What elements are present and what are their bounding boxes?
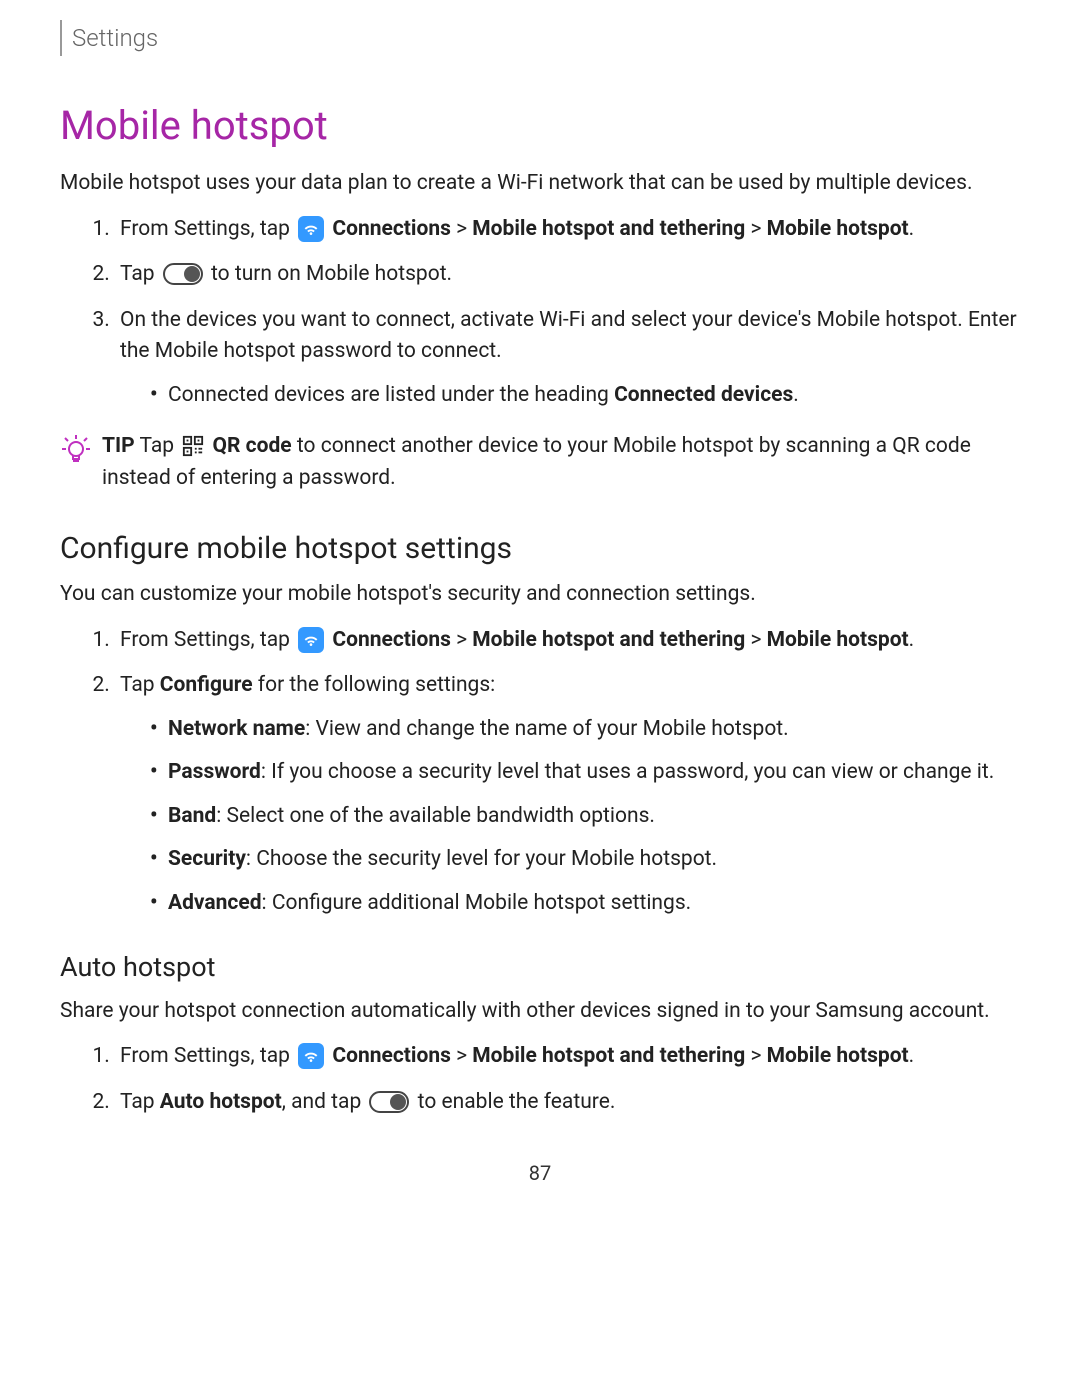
step-3-sub: Connected devices are listed under the h… [150, 380, 1020, 412]
cfg-item-advanced: Advanced: Configure additional Mobile ho… [150, 888, 1020, 920]
cfg-s2-bold: Configure [160, 673, 253, 697]
qr-icon [182, 435, 204, 457]
tip-pre: Tap [135, 434, 180, 458]
step-2: Tap to turn on Mobile hotspot. [115, 259, 1020, 291]
cfg-pwd-b: Password [168, 760, 261, 784]
auto-step-2: Tap Auto hotspot, and tap to enable the … [115, 1087, 1020, 1119]
auto-s1-connections: Connections [332, 1044, 451, 1068]
cfg-band-t: : Select one of the available bandwidth … [216, 804, 655, 828]
steps-list-main: From Settings, tap Connections > Mobile … [60, 214, 1020, 412]
auto-s2-pre: Tap [120, 1090, 160, 1114]
page-title: Mobile hotspot [60, 96, 1020, 156]
auto-s2-mid: , and tap [282, 1090, 367, 1114]
auto-intro: Share your hotspot connection automatica… [60, 996, 1020, 1028]
period: . [909, 1044, 915, 1068]
lightbulb-icon [60, 433, 92, 465]
cfg-s2-post: for the following settings: [253, 673, 496, 697]
auto-s1-pre: From Settings, tap [120, 1044, 295, 1068]
breadcrumb: Settings [60, 20, 1020, 56]
sep: > [451, 628, 472, 652]
configure-steps: From Settings, tap Connections > Mobile … [60, 625, 1020, 920]
wifi-icon [298, 1043, 324, 1069]
tip-block: TIP Tap QR code to connect another devic… [60, 431, 1020, 494]
step-1-hotspot: Mobile hotspot [767, 217, 909, 241]
cfg-pwd-t: : If you choose a security level that us… [261, 760, 994, 784]
config-step-1: From Settings, tap Connections > Mobile … [115, 625, 1020, 657]
cfg-s1-pre: From Settings, tap [120, 628, 295, 652]
configure-intro: You can customize your mobile hotspot's … [60, 579, 1020, 611]
auto-s2-bold: Auto hotspot [160, 1090, 282, 1114]
step-1-text: From Settings, tap [120, 217, 295, 241]
period: . [909, 628, 915, 652]
cfg-s1-tethering: Mobile hotspot and tethering [472, 628, 745, 652]
auto-s1-tethering: Mobile hotspot and tethering [472, 1044, 745, 1068]
page-number: 87 [60, 1158, 1020, 1188]
config-items: Network name: View and change the name o… [120, 714, 1020, 920]
step-2-pre: Tap [120, 262, 160, 286]
toggle-icon [163, 263, 203, 285]
step-1-tethering: Mobile hotspot and tethering [472, 217, 745, 241]
cfg-net-b: Network name [168, 717, 305, 741]
step-3-sublist: Connected devices are listed under the h… [120, 380, 1020, 412]
auto-step-1: From Settings, tap Connections > Mobile … [115, 1041, 1020, 1073]
auto-s2-post: to enable the feature. [412, 1090, 615, 1114]
cfg-net-t: : View and change the name of your Mobil… [305, 717, 788, 741]
cfg-item-password: Password: If you choose a security level… [150, 757, 1020, 789]
step-3-sub-bold: Connected devices [614, 383, 793, 407]
cfg-item-band: Band: Select one of the available bandwi… [150, 801, 1020, 833]
step-3: On the devices you want to connect, acti… [115, 305, 1020, 412]
cfg-s1-connections: Connections [332, 628, 451, 652]
auto-steps: From Settings, tap Connections > Mobile … [60, 1041, 1020, 1118]
step-1: From Settings, tap Connections > Mobile … [115, 214, 1020, 246]
sep: > [451, 217, 472, 241]
cfg-sec-b: Security [168, 847, 246, 871]
sep: > [745, 217, 766, 241]
auto-s1-hotspot: Mobile hotspot [767, 1044, 909, 1068]
intro-paragraph: Mobile hotspot uses your data plan to cr… [60, 168, 1020, 200]
step-3-text: On the devices you want to connect, acti… [120, 308, 1017, 364]
configure-heading: Configure mobile hotspot settings [60, 526, 1020, 571]
sep: > [451, 1044, 472, 1068]
cfg-adv-b: Advanced [168, 891, 262, 915]
period: . [793, 383, 799, 407]
sep: > [745, 628, 766, 652]
sep: > [745, 1044, 766, 1068]
toggle-icon [369, 1091, 409, 1113]
cfg-item-security: Security: Choose the security level for … [150, 844, 1020, 876]
wifi-icon [298, 627, 324, 653]
auto-heading: Auto hotspot [60, 947, 1020, 988]
wifi-icon [298, 216, 324, 242]
cfg-sec-t: : Choose the security level for your Mob… [246, 847, 717, 871]
cfg-item-network: Network name: View and change the name o… [150, 714, 1020, 746]
tip-content: TIP Tap QR code to connect another devic… [102, 431, 1020, 494]
cfg-band-b: Band [168, 804, 216, 828]
step-1-connections: Connections [332, 217, 451, 241]
step-2-post: to turn on Mobile hotspot. [206, 262, 452, 286]
cfg-adv-t: : Configure additional Mobile hotspot se… [262, 891, 692, 915]
tip-qr-bold: QR code [213, 434, 292, 458]
tip-label: TIP [102, 434, 135, 458]
cfg-s2-pre: Tap [120, 673, 160, 697]
period: . [909, 217, 915, 241]
cfg-s1-hotspot: Mobile hotspot [767, 628, 909, 652]
step-3-sub-pre: Connected devices are listed under the h… [168, 383, 614, 407]
config-step-2: Tap Configure for the following settings… [115, 670, 1020, 919]
